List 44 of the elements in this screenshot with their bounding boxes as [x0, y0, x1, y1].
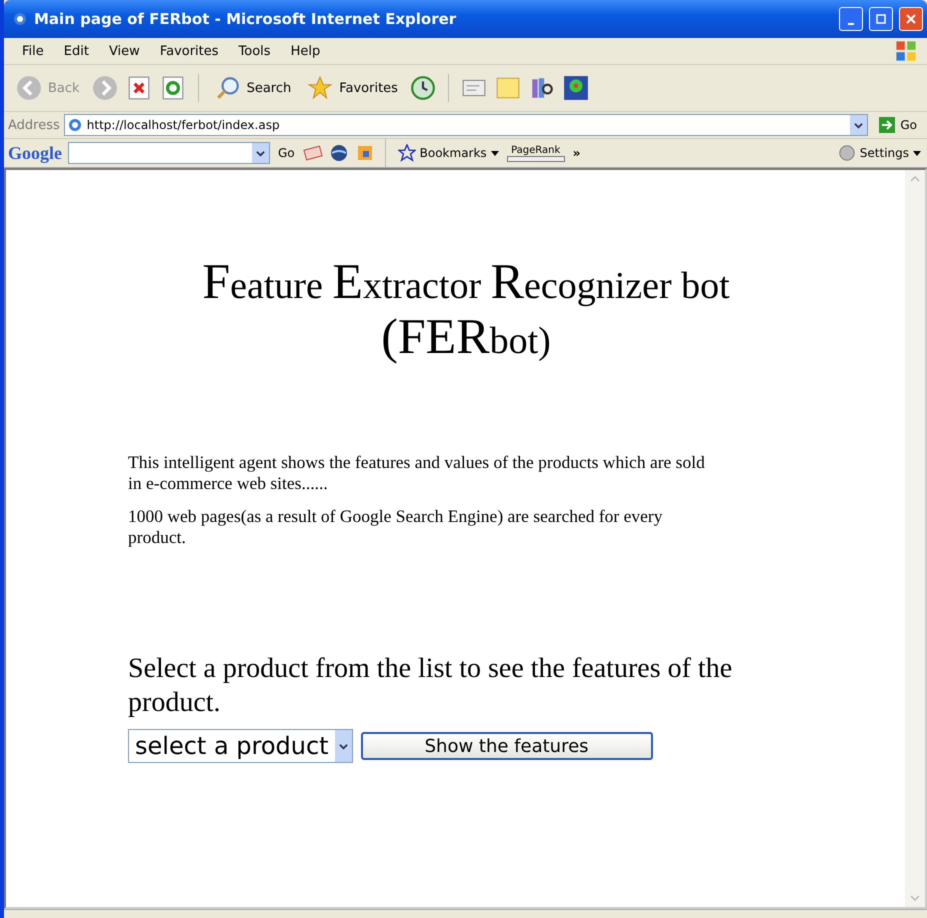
intro-paragraph: 1000 web pages(as a result of Google Search Engine) are searched for every product.: [128, 506, 664, 548]
star-icon: [398, 144, 416, 162]
caret-icon: [490, 150, 499, 156]
bookmarks-button[interactable]: Bookmarks: [396, 144, 501, 162]
close-icon: [906, 14, 916, 24]
intro-paragraph: This intelligent agent shows the features and values of the products which are sold in e-commerce web sites......: [128, 452, 706, 494]
menu-item[interactable]: Favorites: [150, 44, 229, 58]
menu-item[interactable]: Tools: [228, 44, 281, 58]
product-dropdown[interactable]: select a product: [128, 729, 353, 764]
pagerank-meter[interactable]: PageRank: [506, 144, 565, 162]
circle-icon: [838, 144, 856, 162]
page-heading: Feature Extractor Recognizer bot (FERbot): [201, 254, 731, 364]
browser-icon: [12, 11, 28, 27]
page-icon: [66, 117, 83, 133]
flower-icon[interactable]: [562, 75, 589, 101]
favorites-button[interactable]: Favorites: [303, 75, 402, 101]
instruction-text: Select a product from the list to see the features of the product.: [128, 652, 734, 720]
menu-item[interactable]: File: [12, 44, 54, 58]
globe-icon[interactable]: [328, 143, 349, 163]
settings-button[interactable]: Settings: [836, 144, 923, 162]
search-icon: [214, 75, 241, 101]
caret-icon: [913, 150, 921, 156]
minimize-button[interactable]: [839, 7, 863, 31]
menu-item[interactable]: Help: [280, 44, 330, 58]
refresh-icon[interactable]: [160, 75, 186, 101]
google-logo: Google: [8, 142, 62, 164]
star-icon: [307, 75, 334, 101]
maximize-icon: [876, 14, 886, 24]
search-button[interactable]: Search: [210, 75, 296, 101]
stop-icon[interactable]: [126, 75, 152, 101]
menu-item[interactable]: Edit: [54, 44, 99, 58]
go-button[interactable]: Go: [872, 116, 923, 134]
minimize-icon: [847, 23, 855, 25]
google-search-field[interactable]: [68, 142, 270, 164]
menu-item[interactable]: View: [98, 44, 150, 58]
address-field[interactable]: http://localhost/ferbot/index.asp: [64, 114, 868, 136]
window-title: Main page of FERbot - Microsoft Internet Explorer: [34, 10, 456, 28]
close-button[interactable]: [899, 7, 923, 31]
maximize-button[interactable]: [869, 7, 893, 31]
history-icon[interactable]: [410, 75, 436, 101]
address-label: Address: [8, 118, 60, 132]
more-button[interactable]: »: [570, 146, 582, 160]
show-features-button[interactable]: Show the features: [360, 732, 653, 760]
google-go-button[interactable]: Go: [276, 146, 297, 160]
